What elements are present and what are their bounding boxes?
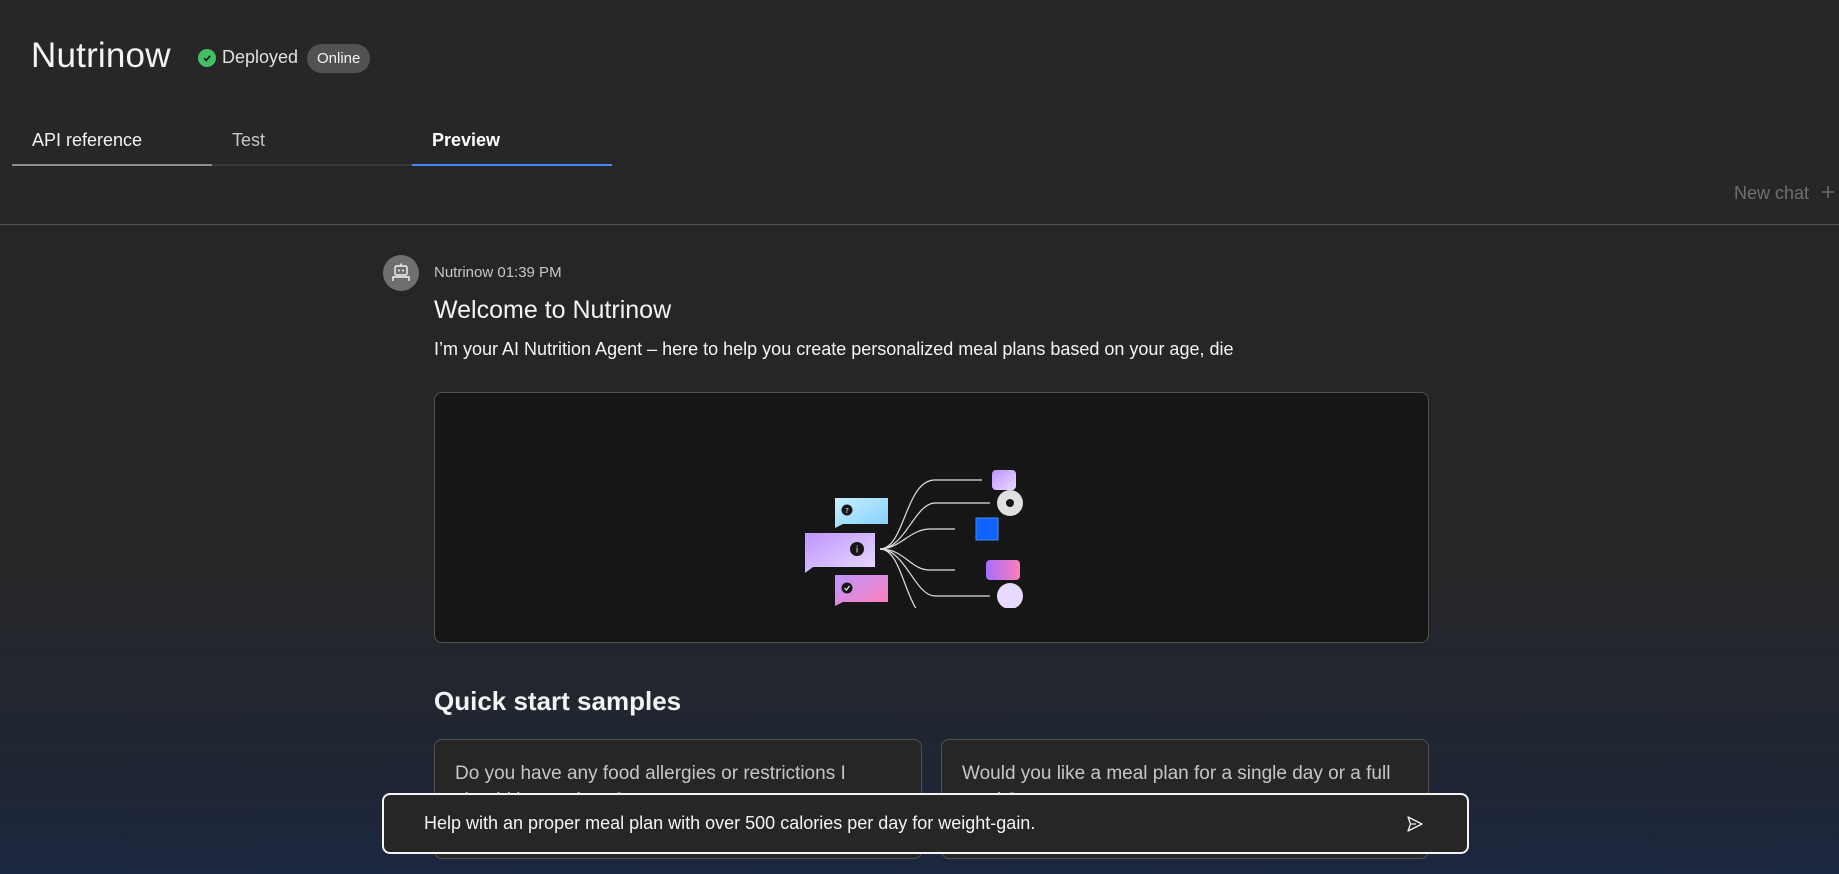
header: Nutrinow Deployed Online API reference T… xyxy=(0,0,1839,225)
page: Nutrinow Deployed Online API reference T… xyxy=(0,0,1839,874)
agent-illustration: ? i xyxy=(434,392,1429,643)
tab-api-reference[interactable]: API reference xyxy=(12,120,212,166)
tab-test[interactable]: Test xyxy=(212,120,412,166)
status-label: Deployed xyxy=(222,47,299,67)
send-icon[interactable] xyxy=(1403,812,1427,836)
new-chat-button[interactable]: New chat xyxy=(1734,183,1835,204)
message-meta: Nutrinow 01:39 PM xyxy=(434,264,562,281)
decision-tree-illustration: ? i xyxy=(805,470,1023,608)
deployment-status: Deployed xyxy=(198,47,298,68)
new-chat-label: New chat xyxy=(1733,183,1809,203)
robot-icon xyxy=(392,263,410,281)
status-badge: Online xyxy=(307,44,371,73)
message-text: I’m your AI Nutrition Agent – here to he… xyxy=(434,339,1234,359)
app-title: Nutrinow xyxy=(31,36,171,75)
header-divider xyxy=(0,224,1839,225)
check-circle-icon xyxy=(198,48,216,67)
quick-start-title: Quick start samples xyxy=(434,686,682,716)
tab-list: API reference Test Preview xyxy=(12,120,612,166)
agent-avatar xyxy=(383,255,419,291)
svg-text:?: ? xyxy=(845,507,849,515)
tab-preview[interactable]: Preview xyxy=(412,120,612,166)
chat-input[interactable]: Help with an proper meal plan with over … xyxy=(382,793,1469,854)
message-title: Welcome to Nutrinow xyxy=(434,296,672,324)
svg-text:i: i xyxy=(856,546,859,556)
plus-icon xyxy=(1821,183,1835,204)
chat-input-text[interactable]: Help with an proper meal plan with over … xyxy=(424,813,1403,834)
